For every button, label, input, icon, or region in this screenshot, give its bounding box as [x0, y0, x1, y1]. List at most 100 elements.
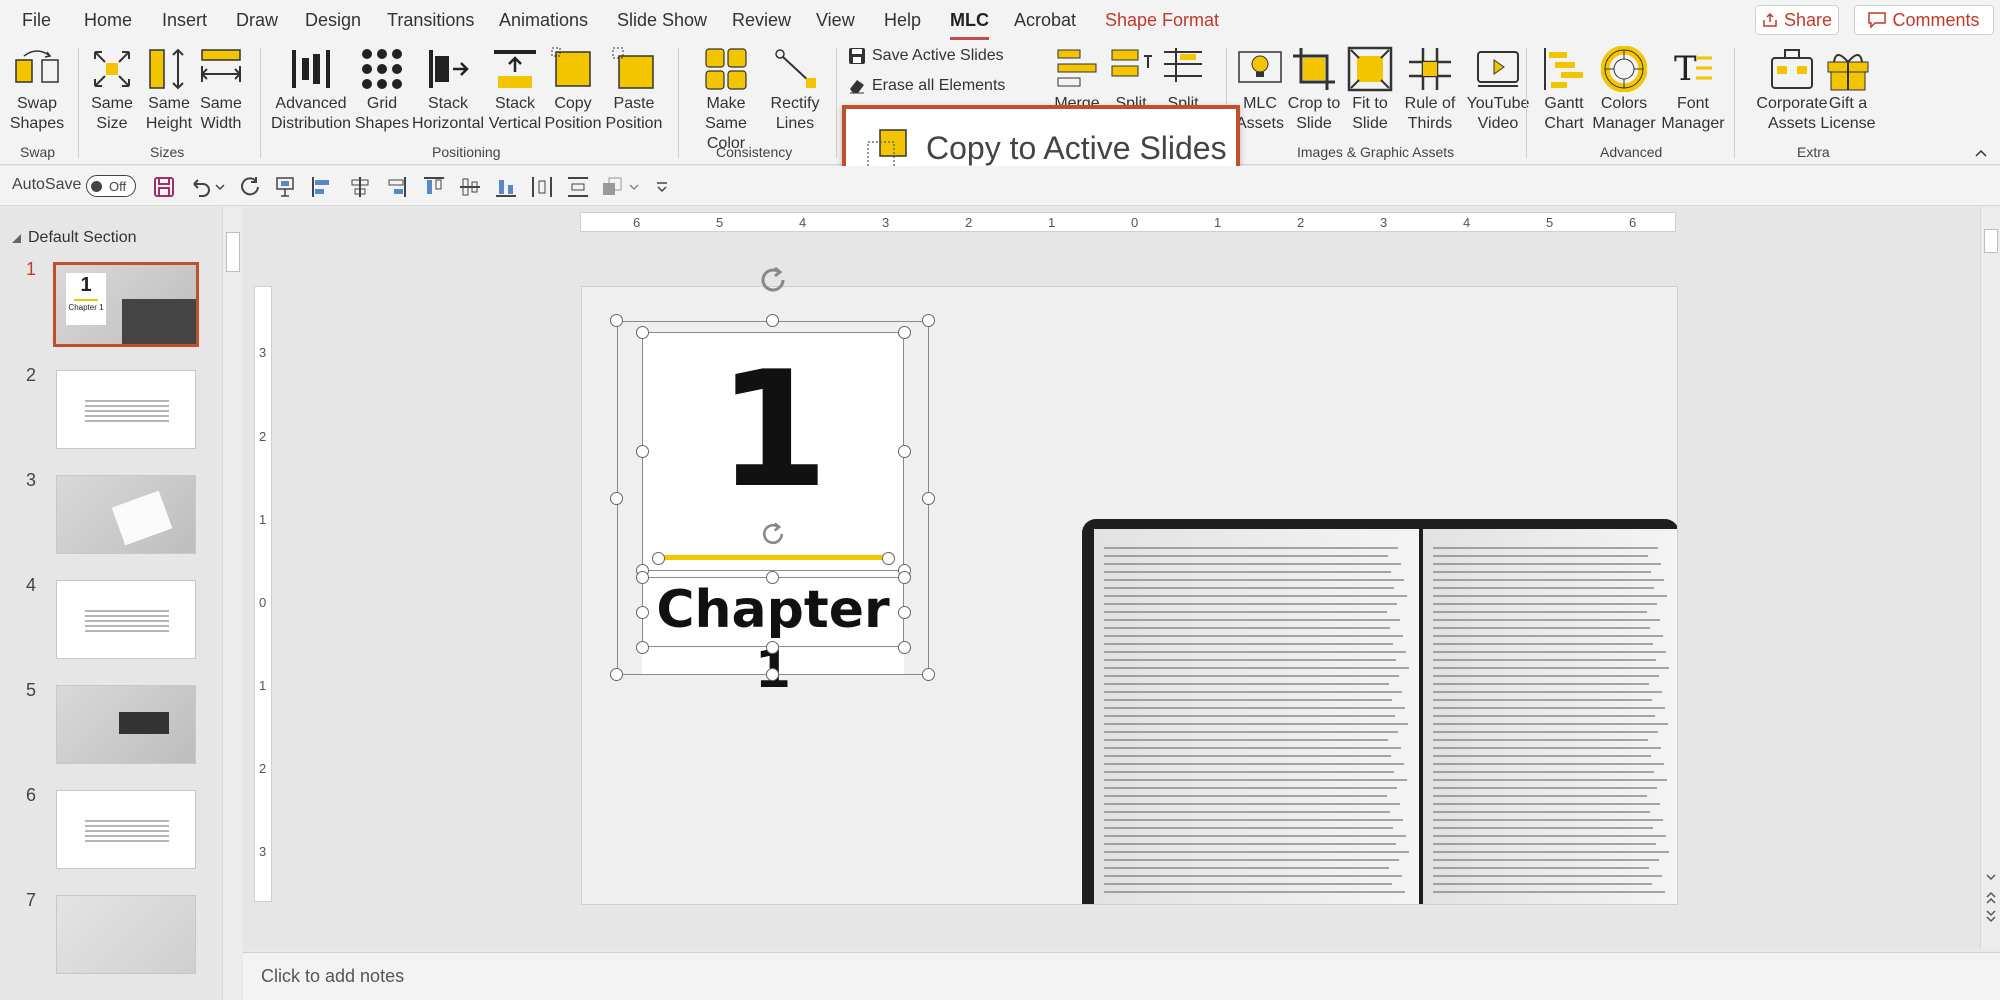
- tab-mlc[interactable]: MLC: [950, 10, 989, 40]
- comments-button[interactable]: Comments: [1854, 5, 1994, 35]
- rotate-handle-icon[interactable]: [757, 264, 789, 296]
- resize-handle[interactable]: [610, 668, 623, 681]
- resize-handle[interactable]: [898, 445, 911, 458]
- tab-view[interactable]: View: [816, 10, 855, 31]
- tab-insert[interactable]: Insert: [162, 10, 207, 31]
- resize-handle[interactable]: [610, 314, 623, 327]
- tab-acrobat[interactable]: Acrobat: [1014, 10, 1076, 31]
- presenter-icon[interactable]: [274, 175, 298, 199]
- undo-dropdown-icon[interactable]: [214, 175, 226, 199]
- resize-handle[interactable]: [636, 326, 649, 339]
- line-end-handle[interactable]: [882, 552, 895, 565]
- mlc-assets-button[interactable]: MLC Assets: [1234, 46, 1286, 134]
- align-center-icon[interactable]: [348, 175, 372, 199]
- resize-handle[interactable]: [636, 606, 649, 619]
- resize-handle[interactable]: [922, 314, 935, 327]
- corporate-assets-button[interactable]: Corporate Assets: [1756, 46, 1828, 134]
- resize-handle[interactable]: [610, 492, 623, 505]
- tab-help[interactable]: Help: [884, 10, 921, 31]
- swap-shapes-button[interactable]: Swap Shapes: [8, 46, 66, 134]
- stack-horizontal-button[interactable]: Stack Horizontal: [410, 46, 486, 134]
- align-bottom-icon[interactable]: [494, 175, 518, 199]
- group-dropdown-icon[interactable]: [628, 175, 640, 199]
- tab-transitions[interactable]: Transitions: [387, 10, 474, 31]
- group-objects-icon[interactable]: [600, 175, 624, 199]
- tab-file[interactable]: File: [22, 10, 51, 31]
- rule-of-thirds-button[interactable]: Rule of Thirds: [1398, 46, 1462, 134]
- stack-vertical-button[interactable]: Stack Vertical: [486, 46, 544, 134]
- scrollbar-thumb[interactable]: [1984, 229, 1998, 253]
- customize-toolbar-icon[interactable]: [654, 175, 670, 199]
- scroll-arrows-icon[interactable]: [1985, 867, 1997, 927]
- slide-scrollbar[interactable]: [1980, 207, 2000, 950]
- youtube-video-button[interactable]: YouTube Video: [1462, 46, 1534, 134]
- split-text-button[interactable]: Split: [1106, 46, 1156, 114]
- notes-placeholder[interactable]: Click to add notes: [261, 966, 404, 987]
- crop-to-slide-button[interactable]: Crop to Slide: [1286, 46, 1342, 134]
- slide-thumbnail-6[interactable]: [56, 790, 196, 869]
- scrollbar-thumb[interactable]: [226, 232, 240, 272]
- copy-position-button[interactable]: Copy Position: [545, 46, 601, 134]
- advanced-distribution-button[interactable]: Advanced Distribution: [268, 46, 354, 134]
- slide-thumbnail-4[interactable]: [56, 580, 196, 659]
- notes-pane[interactable]: Click to add notes: [243, 952, 2000, 1000]
- tab-design[interactable]: Design: [305, 10, 361, 31]
- resize-handle[interactable]: [922, 492, 935, 505]
- slide-thumbnail-2[interactable]: [56, 370, 196, 449]
- paste-position-button[interactable]: Paste Position: [604, 46, 664, 134]
- redo-icon[interactable]: [238, 175, 262, 199]
- align-right-icon[interactable]: [384, 175, 408, 199]
- align-top-icon[interactable]: [422, 175, 446, 199]
- tab-shape-format[interactable]: Shape Format: [1105, 10, 1219, 31]
- tab-slide-show[interactable]: Slide Show: [617, 10, 707, 31]
- section-collapse-icon[interactable]: [12, 234, 21, 243]
- colors-manager-button[interactable]: Colors Manager: [1588, 46, 1660, 134]
- resize-handle[interactable]: [636, 571, 649, 584]
- gift-license-button[interactable]: Gift a License: [1820, 46, 1876, 134]
- tab-draw[interactable]: Draw: [236, 10, 278, 31]
- same-height-button[interactable]: Same Height: [140, 46, 198, 134]
- gantt-chart-button[interactable]: Gantt Chart: [1538, 46, 1590, 134]
- merge-button[interactable]: Merge: [1050, 46, 1104, 114]
- collapse-ribbon-icon[interactable]: [1974, 148, 1988, 158]
- save-active-slides-button[interactable]: Save Active Slides: [848, 47, 1004, 65]
- tab-animations[interactable]: Animations: [499, 10, 588, 31]
- distribute-horizontal-icon[interactable]: [530, 175, 554, 199]
- resize-handle[interactable]: [766, 571, 779, 584]
- share-button[interactable]: Share: [1755, 5, 1839, 35]
- slide-thumbnail-7[interactable]: [56, 895, 196, 974]
- resize-handle[interactable]: [922, 668, 935, 681]
- slide-thumbnail-5[interactable]: [56, 685, 196, 764]
- thumbnail-scrollbar[interactable]: [222, 207, 242, 1000]
- same-size-button[interactable]: Same Size: [88, 46, 136, 134]
- resize-handle[interactable]: [898, 571, 911, 584]
- resize-handle[interactable]: [898, 606, 911, 619]
- tab-home[interactable]: Home: [84, 10, 132, 31]
- split-table-button[interactable]: Split: [1158, 46, 1208, 114]
- font-manager-button[interactable]: T Font Manager: [1658, 46, 1728, 134]
- autosave-toggle[interactable]: Off: [86, 175, 136, 197]
- slide-thumbnail-1[interactable]: 1 Chapter 1: [53, 262, 199, 347]
- slide-thumbnail-3[interactable]: [56, 475, 196, 554]
- align-middle-icon[interactable]: [458, 175, 482, 199]
- same-width-button[interactable]: Same Width: [196, 46, 246, 134]
- resize-handle[interactable]: [636, 445, 649, 458]
- resize-handle[interactable]: [898, 326, 911, 339]
- fit-to-slide-button[interactable]: Fit to Slide: [1342, 46, 1398, 134]
- open-book-photo[interactable]: [1082, 519, 1677, 904]
- save-icon[interactable]: [152, 175, 176, 199]
- line-end-handle[interactable]: [652, 552, 665, 565]
- resize-handle[interactable]: [766, 314, 779, 327]
- undo-icon[interactable]: [188, 175, 212, 199]
- resize-handle[interactable]: [636, 641, 649, 654]
- tab-review[interactable]: Review: [732, 10, 791, 31]
- rotate-handle-icon[interactable]: [759, 520, 787, 548]
- section-name[interactable]: Default Section: [28, 229, 137, 247]
- align-left-icon[interactable]: [310, 175, 334, 199]
- erase-all-elements-button[interactable]: Erase all Elements: [848, 77, 1005, 95]
- rectify-lines-button[interactable]: Rectify Lines: [766, 46, 824, 134]
- make-same-color-button[interactable]: Make Same Color: [694, 46, 758, 154]
- distribute-vertical-icon[interactable]: [566, 175, 590, 199]
- grid-shapes-button[interactable]: Grid Shapes: [355, 46, 409, 134]
- resize-handle[interactable]: [766, 668, 779, 681]
